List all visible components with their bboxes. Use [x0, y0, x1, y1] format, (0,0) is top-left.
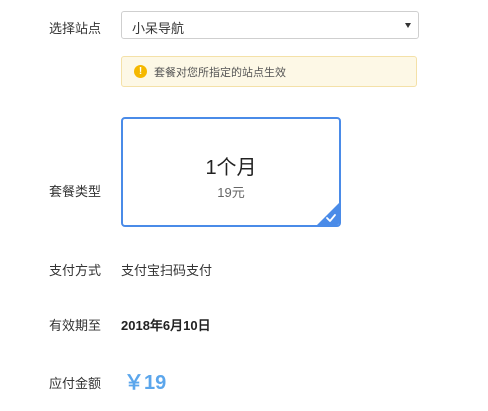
expiry-label: 有效期至 — [49, 318, 102, 333]
amount-value: ￥19 — [124, 372, 167, 394]
site-select-value: 小呆导航 — [132, 21, 185, 36]
plan-option-price: 19元 — [217, 185, 245, 200]
selected-check-icon — [317, 203, 339, 225]
expiry-date: 2018年6月10日 — [121, 318, 211, 333]
payment-label: 支付方式 — [49, 263, 102, 278]
amount-label: 应付金额 — [49, 376, 102, 391]
site-label: 选择站点 — [49, 21, 102, 36]
notice-text: 套餐对您所指定的站点生效 — [154, 67, 286, 79]
caret-down-icon — [405, 23, 411, 28]
warning-icon: ! — [134, 65, 147, 78]
site-select[interactable]: 小呆导航 — [121, 11, 419, 39]
site-notice: ! 套餐对您所指定的站点生效 — [121, 56, 417, 87]
plan-option-1-month[interactable]: 1个月 19元 — [121, 117, 341, 227]
plan-option-title: 1个月 — [205, 157, 257, 179]
payment-method: 支付宝扫码支付 — [121, 263, 213, 278]
plan-type-label: 套餐类型 — [49, 184, 102, 199]
